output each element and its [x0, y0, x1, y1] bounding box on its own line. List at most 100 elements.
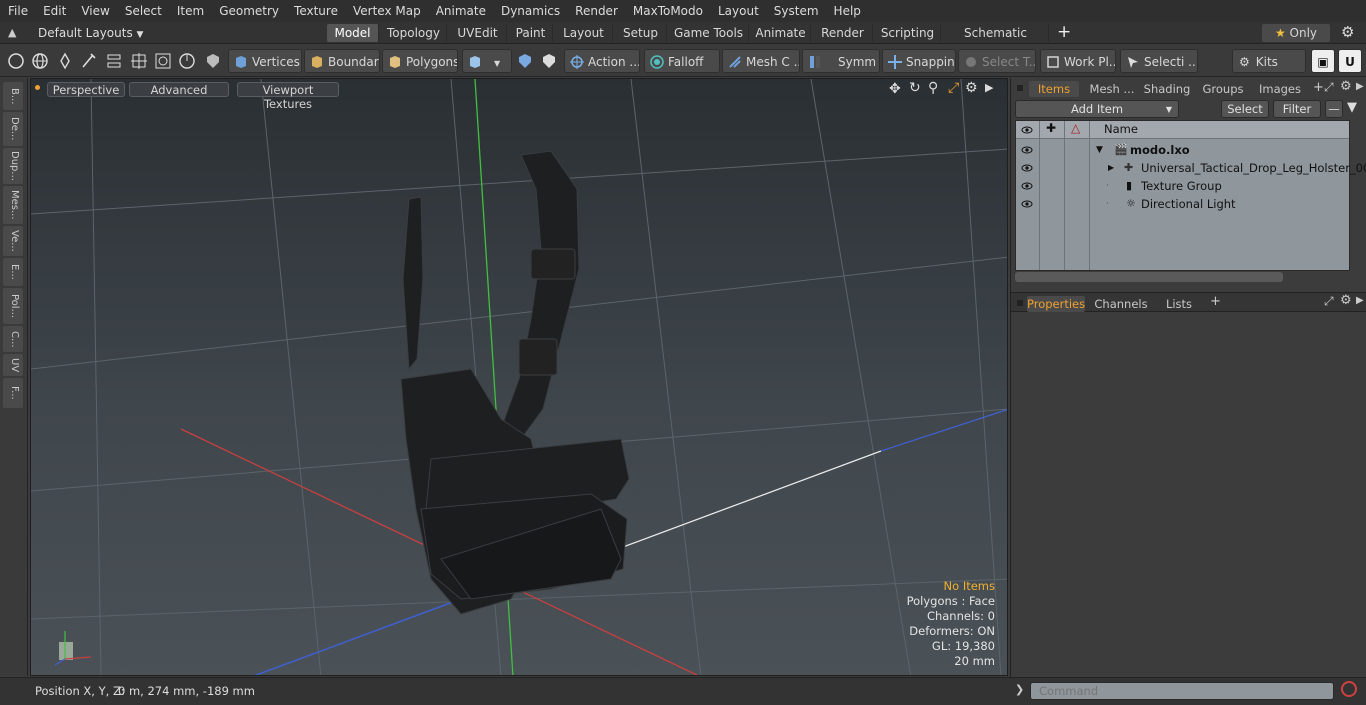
selection-sets-button[interactable]: Selecti ... [1120, 49, 1198, 73]
menu-animate[interactable]: Animate [428, 0, 493, 22]
tab-game-tools[interactable]: Game Tools [669, 24, 749, 42]
tab-lists[interactable]: Lists [1157, 296, 1201, 312]
visibility-eye-icon[interactable] [1021, 198, 1033, 210]
work-plane-button[interactable]: Work Pl... [1040, 49, 1116, 73]
align-icon[interactable] [105, 52, 123, 70]
menu-maxtomodo[interactable]: MaxToModo [625, 0, 710, 22]
menu-select[interactable]: Select [117, 0, 169, 22]
menu-file[interactable]: File [0, 0, 35, 22]
tab-scripting[interactable]: Scripting [875, 24, 941, 42]
unreal-button[interactable]: U [1338, 49, 1362, 73]
only-toggle[interactable]: ★ Only [1262, 24, 1330, 42]
tab-model[interactable]: Model [327, 24, 379, 42]
expanded-arrow-icon[interactable]: ▼ [1096, 141, 1103, 159]
tab-render[interactable]: Render [813, 24, 873, 42]
tab-animate[interactable]: Animate [751, 24, 811, 42]
add-item-button[interactable]: Add Item ▼ [1015, 100, 1179, 118]
pen-icon[interactable] [56, 52, 74, 70]
menu-edit[interactable]: Edit [35, 0, 73, 22]
timer-icon[interactable] [178, 52, 196, 70]
shield-icon[interactable] [204, 52, 222, 70]
tab-channels[interactable]: Channels [1093, 296, 1149, 312]
list-item-mesh[interactable]: ▶ ✚ Universal_Tactical_Drop_Leg_Holster_… [1016, 159, 1366, 177]
menu-geometry[interactable]: Geometry [211, 0, 286, 22]
panel-expand-icon[interactable]: ⤢ [1324, 294, 1334, 309]
brush-icon[interactable] [80, 52, 98, 70]
advanced-dropdown[interactable]: Advanced [129, 82, 229, 97]
list-item-scene[interactable]: ▼ 🎬 modo.lxo [1016, 141, 1349, 159]
select-button[interactable]: Select [1221, 100, 1269, 118]
rotate-icon[interactable]: ↻ [909, 80, 921, 96]
collapsed-arrow-icon[interactable]: ▶ [1108, 159, 1114, 177]
pan-icon[interactable]: ✥ [889, 81, 901, 97]
list-item-texture-group[interactable]: · ▮ Texture Group [1016, 177, 1349, 195]
panel-gear-icon[interactable]: ⚙ [1340, 293, 1352, 308]
globe-icon[interactable] [31, 52, 49, 70]
sym-shield-alt-icon[interactable] [540, 52, 558, 70]
circle-select-icon[interactable] [7, 52, 25, 70]
menu-layout[interactable]: Layout [710, 0, 766, 22]
panel-gear-icon[interactable]: ⚙ [1340, 79, 1352, 94]
add-panel-tab-icon[interactable]: + [1313, 80, 1324, 95]
menu-view[interactable]: View [73, 0, 116, 22]
layout-collapse-icon[interactable]: ▲ [8, 26, 16, 39]
visibility-eye-icon[interactable] [1021, 144, 1033, 156]
tab-items[interactable]: Items [1029, 81, 1079, 97]
viewport-menu-arrow-icon[interactable]: ▶ [985, 81, 993, 94]
tab-shading[interactable]: Shading [1143, 81, 1191, 97]
menu-dynamics[interactable]: Dynamics [493, 0, 567, 22]
list-item-directional-light[interactable]: · ☼ Directional Light [1016, 195, 1349, 213]
tab-setup[interactable]: Setup [615, 24, 667, 42]
strip-tab-ve[interactable]: Ve... [3, 226, 23, 256]
tab-groups[interactable]: Groups [1199, 81, 1247, 97]
add-tab-icon[interactable]: + [1057, 22, 1071, 42]
vertices-button[interactable]: Vertices [228, 49, 302, 73]
menu-item[interactable]: Item [169, 0, 211, 22]
strip-tab-f[interactable]: F... [3, 378, 23, 408]
strip-tab-mes[interactable]: Mes... [3, 186, 23, 224]
material-mode-button[interactable]: ▼ [462, 49, 512, 73]
kits-button[interactable]: ⚙ Kits [1232, 49, 1306, 73]
strip-tab-de[interactable]: De... [3, 112, 23, 146]
default-layouts-dropdown[interactable]: Default Layouts ▼ [38, 24, 143, 44]
panel-menu-arrow-icon[interactable]: ▶ [1356, 295, 1364, 306]
viewport-options-dot[interactable] [35, 85, 40, 90]
menu-texture[interactable]: Texture [286, 0, 345, 22]
menu-render[interactable]: Render [567, 0, 625, 22]
strip-tab-uv[interactable]: UV [3, 354, 23, 376]
record-icon[interactable] [1341, 681, 1357, 697]
menu-vertex-map[interactable]: Vertex Map [345, 0, 428, 22]
strip-tab-e[interactable]: E... [3, 258, 23, 286]
gear-icon[interactable]: ⚙ [1341, 23, 1354, 41]
visibility-eye-icon[interactable] [1021, 180, 1033, 192]
funnel-icon[interactable]: ▼ [1347, 100, 1357, 115]
tab-schematic-fusion[interactable]: Schematic Fusion [943, 24, 1049, 58]
snapping-button[interactable]: Snapping [882, 49, 956, 73]
panel-expand-icon[interactable]: ⤢ [1324, 80, 1334, 95]
viewport-textures-dropdown[interactable]: Viewport Textures [237, 82, 339, 111]
strip-tab-pol[interactable]: Pol... [3, 288, 23, 324]
menu-help[interactable]: Help [826, 0, 868, 22]
tab-mesh[interactable]: Mesh ... [1085, 81, 1139, 97]
sym-shield-icon[interactable] [516, 52, 534, 70]
tab-uvedit[interactable]: UVEdit [449, 24, 507, 42]
frame-icon[interactable] [154, 52, 172, 70]
tab-images[interactable]: Images [1255, 81, 1305, 97]
tab-paint[interactable]: Paint [509, 24, 553, 42]
add-panel-tab-icon[interactable]: + [1210, 294, 1221, 309]
maximize-icon[interactable]: ⤢ [948, 80, 959, 96]
select-through-button[interactable]: Select T... [958, 49, 1036, 73]
command-input[interactable] [1030, 682, 1334, 700]
viewport-gear-icon[interactable]: ⚙ [965, 80, 978, 96]
unity-button[interactable]: ▣ [1311, 49, 1335, 73]
panel-menu-arrow-icon[interactable]: ▶ [1356, 81, 1364, 92]
strip-tab-c[interactable]: C... [3, 326, 23, 352]
3d-viewport[interactable]: Perspective Advanced Viewport Textures ✥… [30, 78, 1008, 676]
boundary-button[interactable]: Boundary [304, 49, 380, 73]
visibility-eye-icon[interactable] [1021, 162, 1033, 174]
polygons-button[interactable]: Polygons [382, 49, 458, 73]
strip-tab-dup[interactable]: Dup... [3, 148, 23, 184]
falloff-button[interactable]: Falloff [644, 49, 720, 73]
mesh-constraints-button[interactable]: Mesh C ... [722, 49, 800, 73]
symmetry-button[interactable]: Symm ... [802, 49, 880, 73]
